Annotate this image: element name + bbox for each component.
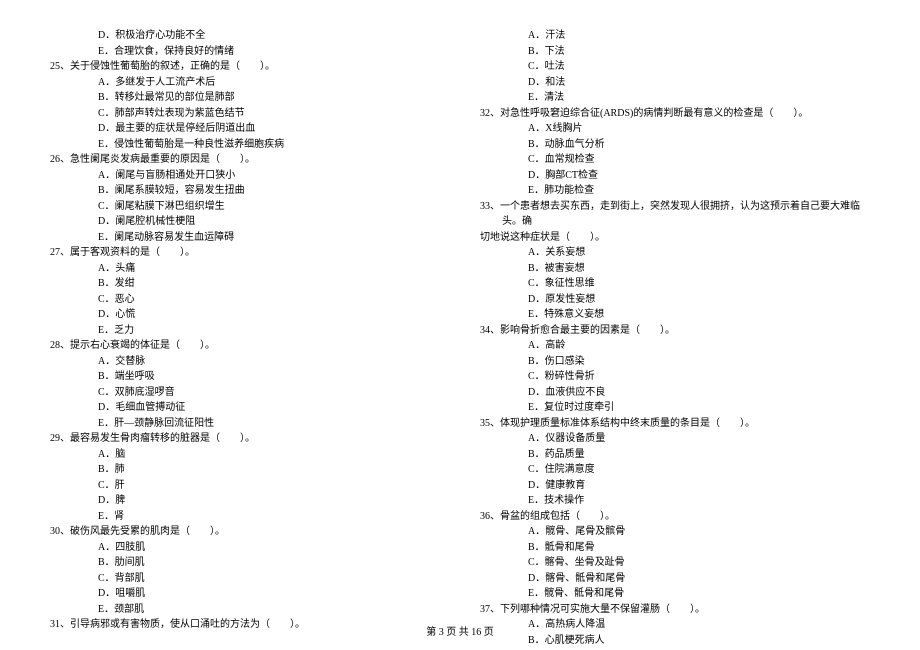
option-line: B．发绀 (50, 276, 440, 292)
option-line: A．髋骨、尾骨及髌骨 (480, 524, 870, 540)
option-line: C．阑尾粘膜下淋巴组织增生 (50, 199, 440, 215)
option-line: E．肝—颈静脉回流征阳性 (50, 416, 440, 432)
option-line: B．转移灶最常见的部位是肺部 (50, 90, 440, 106)
option-line: C．粉碎性骨折 (480, 369, 870, 385)
option-line: C．背部肌 (50, 571, 440, 587)
option-line: D．原发性妄想 (480, 292, 870, 308)
option-line: C．恶心 (50, 292, 440, 308)
question-line: 26、急性阑尾炎发病最重要的原因是（ ）。 (50, 152, 440, 168)
question-line: 30、破伤风最先受累的肌肉是（ ）。 (50, 524, 440, 540)
option-line: C．住院满意度 (480, 462, 870, 478)
option-line: E．乏力 (50, 323, 440, 339)
question-line: 35、体现护理质量标准体系结构中终末质量的条目是（ ）。 (480, 416, 870, 432)
question-line: 25、关于侵蚀性葡萄胎的叙述，正确的是（ ）。 (50, 59, 440, 75)
option-line: A．汗法 (480, 28, 870, 44)
option-line: E．阑尾动脉容易发生血运障碍 (50, 230, 440, 246)
option-line: E．髋骨、骶骨和尾骨 (480, 586, 870, 602)
option-line: B．下法 (480, 44, 870, 60)
option-line: D．和法 (480, 75, 870, 91)
question-line: 28、提示右心衰竭的体征是（ ）。 (50, 338, 440, 354)
question-line: 34、影响骨折愈合最主要的因素是（ ）。 (480, 323, 870, 339)
question-line: 33、一个患者想去买东西，走到街上，突然发现人很拥挤，认为这预示着自己要大难临头… (480, 199, 870, 230)
option-line: B．阑尾系膜较短，容易发生扭曲 (50, 183, 440, 199)
option-line: A．X线胸片 (480, 121, 870, 137)
page-footer: 第 3 页 共 16 页 (0, 623, 920, 638)
option-line: B．被害妄想 (480, 261, 870, 277)
option-line: E．清法 (480, 90, 870, 106)
option-line: B．骶骨和尾骨 (480, 540, 870, 556)
option-line: B．药品质量 (480, 447, 870, 463)
option-line: E．特殊意义妄想 (480, 307, 870, 323)
question-line: 切地说这种症状是（ ）。 (480, 230, 870, 246)
option-line: E．复位时过度牵引 (480, 400, 870, 416)
right-column: A．汗法B．下法C．吐法D．和法E．清法32、对急性呼吸窘迫综合征(ARDS)的… (480, 28, 870, 648)
option-line: A．高龄 (480, 338, 870, 354)
option-line: D．胸部CT检查 (480, 168, 870, 184)
option-line: C．双肺底湿啰音 (50, 385, 440, 401)
option-line: C．肺部声转灶表现为紫蓝色结节 (50, 106, 440, 122)
question-line: 29、最容易发生骨肉瘤转移的脏器是（ ）。 (50, 431, 440, 447)
option-line: C．肝 (50, 478, 440, 494)
question-line: 27、属于客观资料的是（ ）。 (50, 245, 440, 261)
option-line: A．交替脉 (50, 354, 440, 370)
option-line: C．象征性思维 (480, 276, 870, 292)
option-line: D．心慌 (50, 307, 440, 323)
option-line: C．血常规检查 (480, 152, 870, 168)
option-line: C．吐法 (480, 59, 870, 75)
option-line: A．脑 (50, 447, 440, 463)
option-line: E．技术操作 (480, 493, 870, 509)
option-line: E．颈部肌 (50, 602, 440, 618)
option-line: B．伤口感染 (480, 354, 870, 370)
option-line: B．端坐呼吸 (50, 369, 440, 385)
option-line: A．四肢肌 (50, 540, 440, 556)
option-line: E．侵蚀性葡萄胎是一种良性滋养细胞疾病 (50, 137, 440, 153)
option-line: D．健康教育 (480, 478, 870, 494)
option-line: D．脾 (50, 493, 440, 509)
option-line: C．髂骨、坐骨及趾骨 (480, 555, 870, 571)
option-line: D．咀嚼肌 (50, 586, 440, 602)
option-line: A．阑尾与盲肠相通处开口狭小 (50, 168, 440, 184)
option-line: B．肺 (50, 462, 440, 478)
option-line: D．最主要的症状是停经后阴道出血 (50, 121, 440, 137)
option-line: D．血液供应不良 (480, 385, 870, 401)
option-line: A．多继发于人工流产术后 (50, 75, 440, 91)
option-line: E．合理饮食，保持良好的情绪 (50, 44, 440, 60)
option-line: D．髂骨、骶骨和尾骨 (480, 571, 870, 587)
left-column: D．积极治疗心功能不全E．合理饮食，保持良好的情绪25、关于侵蚀性葡萄胎的叙述，… (50, 28, 440, 648)
option-line: A．仪器设备质量 (480, 431, 870, 447)
option-line: D．毛细血管搏动征 (50, 400, 440, 416)
option-line: B．肋间肌 (50, 555, 440, 571)
option-line: D．积极治疗心功能不全 (50, 28, 440, 44)
option-line: A．头痛 (50, 261, 440, 277)
option-line: B．动脉血气分析 (480, 137, 870, 153)
option-line: E．肾 (50, 509, 440, 525)
question-line: 37、下列哪种情况可实施大量不保留灌肠（ ）。 (480, 602, 870, 618)
option-line: E．肺功能检查 (480, 183, 870, 199)
question-line: 36、骨盆的组成包括（ ）。 (480, 509, 870, 525)
option-line: D．阑尾腔机械性梗阻 (50, 214, 440, 230)
exam-page: D．积极治疗心功能不全E．合理饮食，保持良好的情绪25、关于侵蚀性葡萄胎的叙述，… (0, 0, 920, 648)
question-line: 32、对急性呼吸窘迫综合征(ARDS)的病情判断最有意义的检查是（ ）。 (480, 106, 870, 122)
option-line: A．关系妄想 (480, 245, 870, 261)
